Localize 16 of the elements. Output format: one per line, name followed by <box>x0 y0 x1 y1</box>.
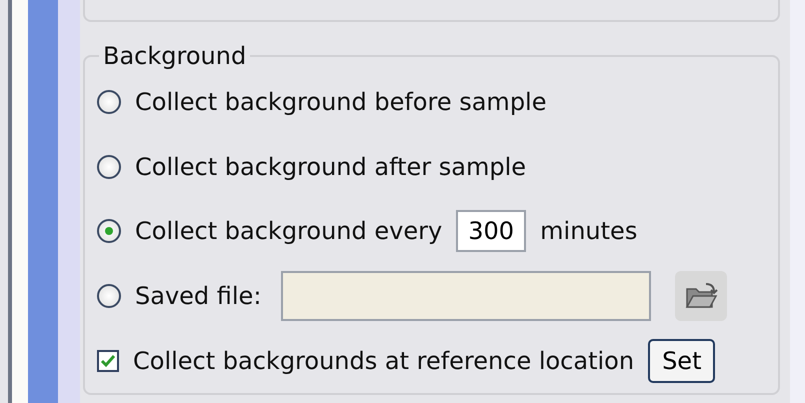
minutes-field[interactable]: 300 <box>456 210 526 252</box>
radio-button[interactable] <box>97 284 121 308</box>
unit-label: minutes <box>540 217 638 246</box>
radio-button[interactable] <box>97 90 121 114</box>
option-label: Collect background after sample <box>135 152 526 181</box>
option-label: Collect background before sample <box>135 88 546 116</box>
option-label: Saved file: <box>135 282 262 310</box>
set-button[interactable]: Set <box>648 338 716 383</box>
radio-button[interactable] <box>97 219 121 244</box>
radio-button[interactable] <box>97 154 121 179</box>
checkbox-label: Collect backgrounds at reference location <box>133 346 634 375</box>
checkbox[interactable] <box>97 350 119 372</box>
file-field[interactable] <box>281 271 652 322</box>
group-title: Background <box>102 42 248 70</box>
option-label: Collect background every <box>135 217 442 246</box>
browse-button[interactable] <box>675 271 728 322</box>
